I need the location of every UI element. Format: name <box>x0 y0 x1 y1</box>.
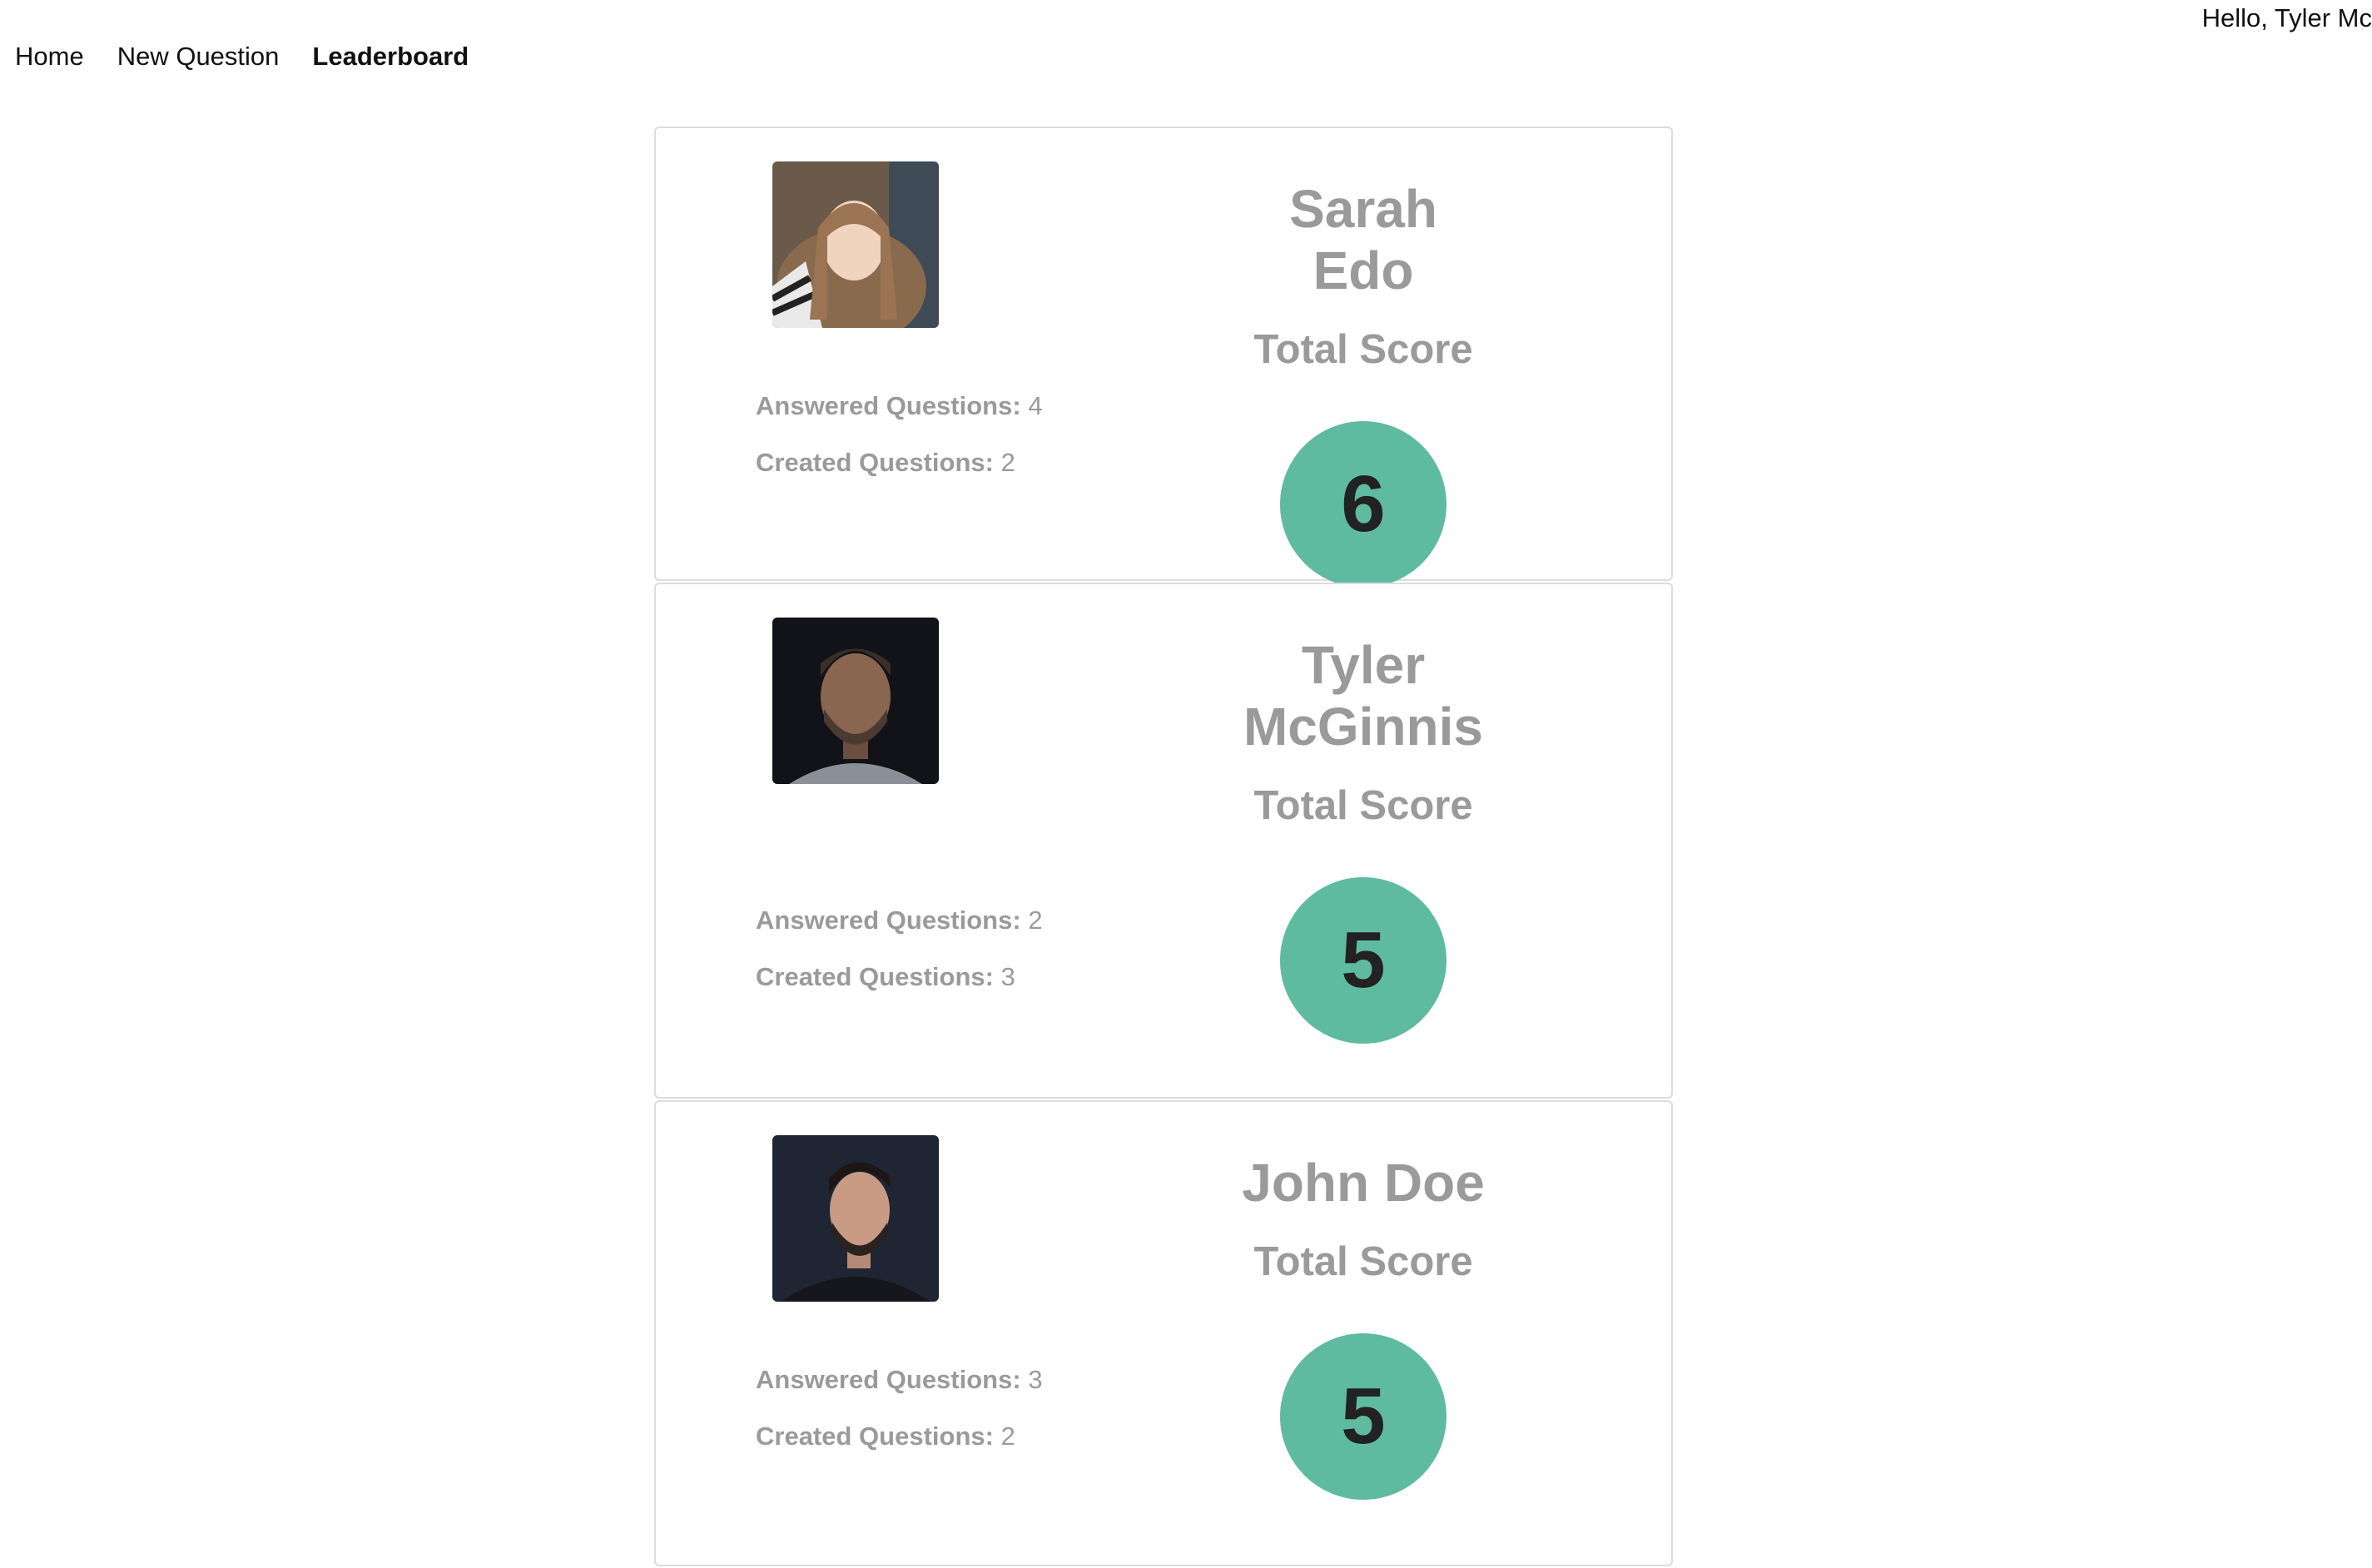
leaderboard-list: Answered Questions: 4 Created Questions:… <box>654 127 1673 1568</box>
score-badge: 6 <box>1280 421 1447 588</box>
created-questions-stat: Created Questions: 2 <box>756 448 1015 477</box>
user-stats: Answered Questions: 4 Created Questions:… <box>756 378 1043 491</box>
nav-new-question[interactable]: New Question <box>117 42 280 72</box>
nav-leaderboard[interactable]: Leaderboard <box>312 42 469 72</box>
created-questions-stat: Created Questions: 3 <box>756 962 1015 991</box>
user-name: Sarah Edo <box>1289 179 1437 300</box>
leaderboard-card: Answered Questions: 2 Created Questions:… <box>654 583 1673 1099</box>
avatar <box>772 1135 939 1302</box>
score-panel: Sarah Edo Total Score 6 <box>1238 178 1488 588</box>
user-greeting: Hello, Tyler Mc <box>2201 3 2372 32</box>
total-score-label: Total Score <box>1253 327 1473 372</box>
score-badge: 5 <box>1280 1333 1447 1500</box>
leaderboard-card: Answered Questions: 4 Created Questions:… <box>654 127 1673 588</box>
leaderboard-card: Answered Questions: 3 Created Questions:… <box>654 1100 1673 1566</box>
created-questions-stat: Created Questions: 2 <box>756 1422 1015 1451</box>
avatar-image-john <box>772 1135 939 1302</box>
user-name: John Doe <box>1242 1153 1485 1213</box>
user-name: Tyler McGinnis <box>1243 635 1484 757</box>
answered-questions-stat: Answered Questions: 4 <box>756 391 1043 420</box>
avatar-image-sarah <box>772 161 939 328</box>
avatar-image-tyler <box>772 618 939 784</box>
score-badge: 5 <box>1280 877 1447 1044</box>
avatar <box>772 161 939 328</box>
answered-questions-stat: Answered Questions: 2 <box>756 906 1043 935</box>
user-stats: Answered Questions: 3 Created Questions:… <box>756 1352 1043 1465</box>
score-panel: Tyler McGinnis Total Score 5 <box>1238 634 1488 1044</box>
answered-questions-stat: Answered Questions: 3 <box>756 1365 1043 1394</box>
total-score-label: Total Score <box>1253 783 1473 828</box>
main-nav: Home New Question Leaderboard <box>15 42 469 72</box>
nav-home[interactable]: Home <box>15 42 84 72</box>
total-score-label: Total Score <box>1253 1239 1473 1284</box>
avatar <box>772 618 939 784</box>
user-stats: Answered Questions: 2 Created Questions:… <box>756 892 1043 1005</box>
score-panel: John Doe Total Score 5 <box>1238 1152 1488 1500</box>
